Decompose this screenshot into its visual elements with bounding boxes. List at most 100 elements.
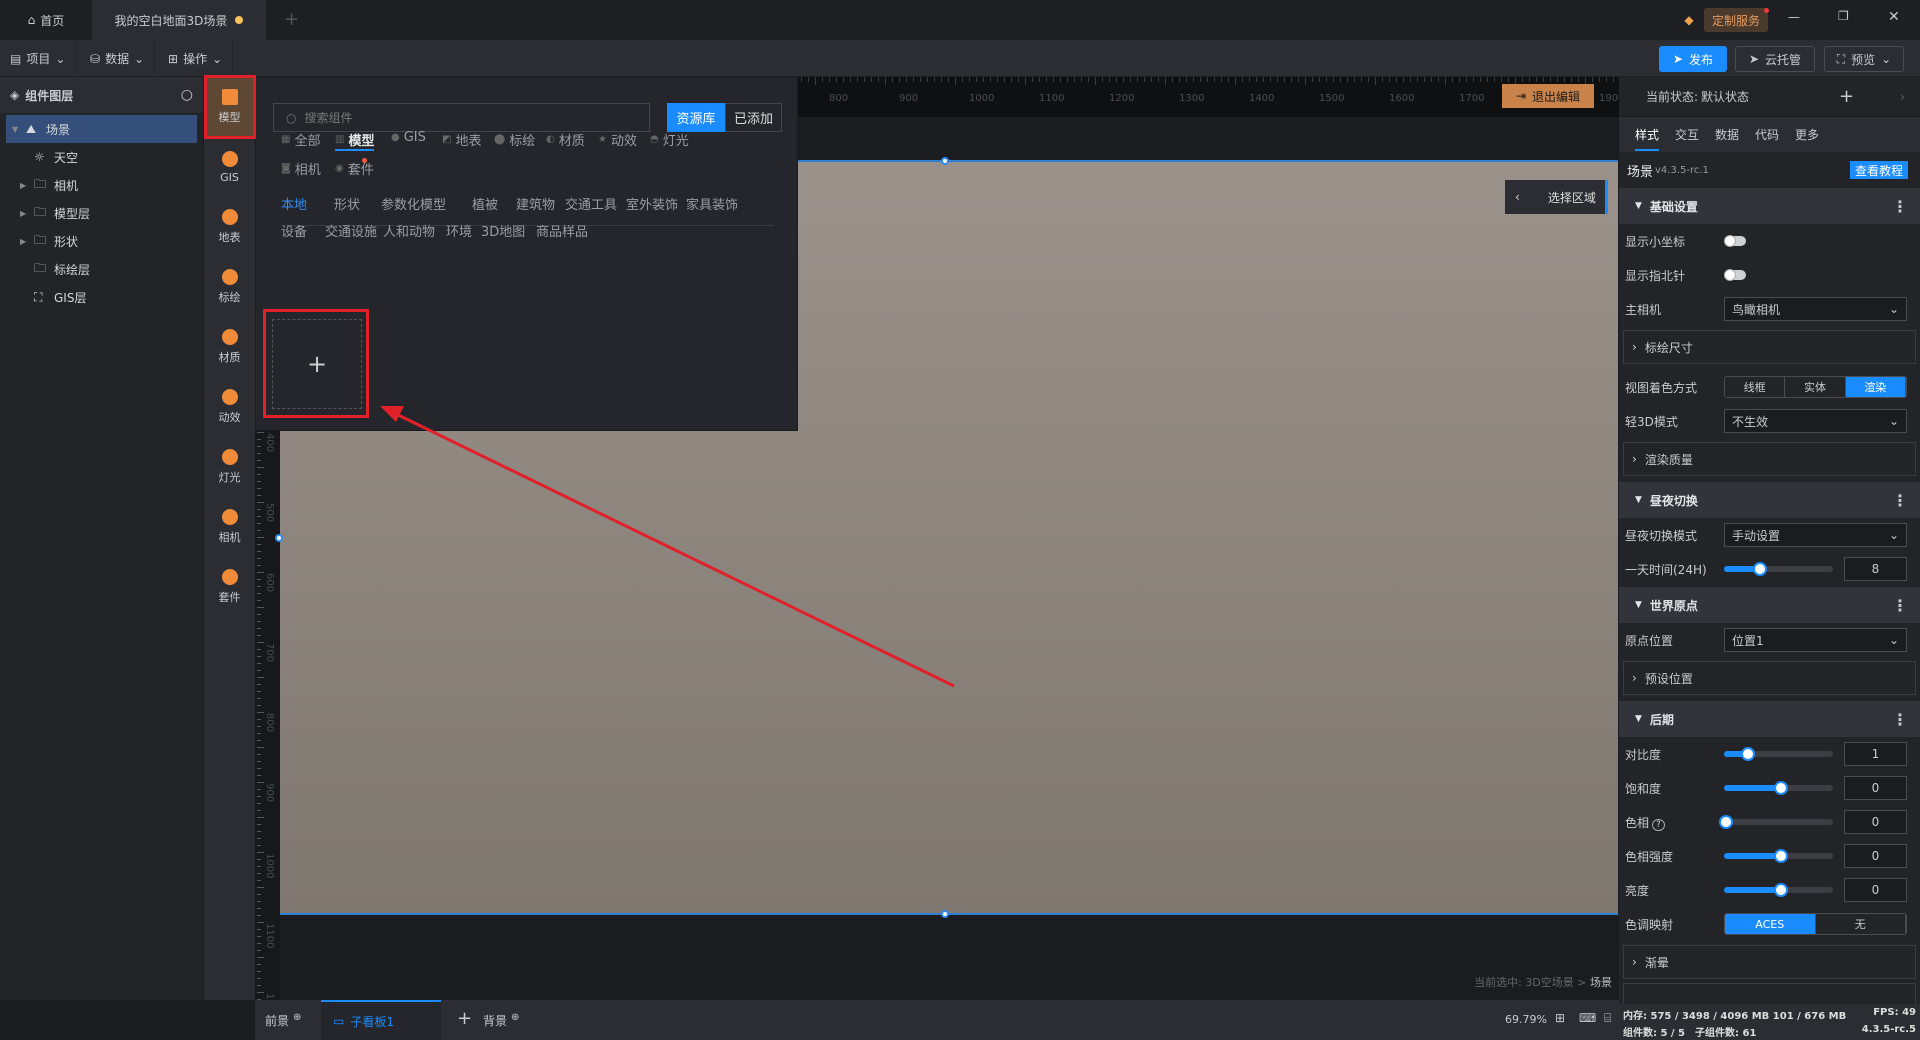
slider-value-input[interactable]: 0: [1844, 844, 1907, 868]
exit-edit-button[interactable]: ⇥ 退出编辑: [1502, 84, 1594, 108]
tab-home[interactable]: ⌂ 首页: [0, 0, 92, 40]
post-slider[interactable]: [1719, 815, 1833, 829]
caret-icon[interactable]: ▼: [12, 125, 20, 134]
tab-project[interactable]: 我的空白地面3D场景: [92, 0, 266, 40]
board-tab-active[interactable]: ▭ 子看板1: [321, 1000, 441, 1040]
time-input[interactable]: 8: [1844, 557, 1907, 581]
section-post[interactable]: ▼ 后期 ⋮: [1619, 701, 1920, 737]
select-area-button[interactable]: ‹ 选择区域: [1505, 180, 1608, 214]
foreground-tab[interactable]: 前景 ⊕: [265, 1012, 301, 1029]
menu-operation[interactable]: ⊞ 操作 ⌄: [158, 40, 234, 77]
slider-value-input[interactable]: 0: [1844, 776, 1907, 800]
category-tab[interactable]: ⬤ 标绘: [494, 130, 535, 149]
category-tab[interactable]: ◓ 灯光: [650, 130, 689, 149]
resize-handle[interactable]: [941, 157, 949, 165]
more-icon[interactable]: ⋮: [1892, 197, 1908, 216]
resize-handle[interactable]: [275, 534, 283, 542]
slider-knob[interactable]: [1773, 781, 1788, 795]
subcategory-tab[interactable]: 植被: [472, 194, 498, 213]
category-tab[interactable]: ◐ 材质: [546, 130, 585, 149]
add-circle-icon[interactable]: ⊕: [293, 1012, 301, 1023]
preview-button[interactable]: ⛶ 预览 ⌄: [1824, 46, 1904, 72]
rail-item-7[interactable]: 相机: [204, 497, 255, 557]
post-slider[interactable]: [1724, 849, 1833, 863]
restore-icon[interactable]: ❐: [1838, 9, 1849, 23]
state-value[interactable]: 默认状态: [1701, 88, 1749, 105]
section-origin[interactable]: ▼ 世界原点 ⋮: [1619, 587, 1920, 623]
segment-option[interactable]: 实体: [1785, 377, 1846, 397]
render-quality-collapse[interactable]: › 渲染质量: [1623, 442, 1916, 476]
rail-item-4[interactable]: 材质: [204, 317, 255, 377]
subcategory-tab[interactable]: 室外装饰: [626, 194, 678, 213]
segment-option[interactable]: ACES: [1725, 914, 1816, 934]
slider-knob[interactable]: [1719, 815, 1734, 829]
post-slider[interactable]: [1724, 781, 1833, 795]
post-slider[interactable]: [1724, 883, 1833, 897]
chevron-right-icon[interactable]: ›: [1900, 90, 1905, 104]
section-daynight[interactable]: ▼ 昼夜切换 ⋮: [1619, 482, 1920, 518]
layer-item[interactable]: 🗀 标绘层: [6, 255, 197, 283]
slider-knob[interactable]: [1752, 562, 1767, 576]
rail-item-1[interactable]: GIS: [204, 137, 255, 197]
search-input[interactable]: ○ 搜索组件: [273, 103, 650, 132]
preset-position-collapse[interactable]: › 预设位置: [1623, 661, 1916, 695]
subcategory-tab[interactable]: 形状: [334, 194, 360, 213]
category-tab[interactable]: ▥ 模型: [335, 130, 375, 151]
layer-item[interactable]: ▶ 🗀 模型层: [6, 199, 197, 227]
segment-option[interactable]: 线框: [1725, 377, 1786, 397]
subcategory-tab[interactable]: 交通工具: [565, 194, 617, 213]
add-board-button[interactable]: +: [457, 1008, 472, 1029]
slider-knob[interactable]: [1773, 849, 1788, 863]
library-tab[interactable]: 资源库: [667, 103, 725, 132]
more-icon[interactable]: ⋮: [1892, 710, 1908, 729]
new-tab-button[interactable]: +: [284, 9, 299, 30]
category-tab[interactable]: ▦ 全部: [281, 130, 320, 149]
caret-icon[interactable]: ▶: [20, 209, 28, 218]
subcategory-tab[interactable]: 环境: [446, 221, 472, 240]
section-basic[interactable]: ▼ 基础设置 ⋮: [1619, 188, 1920, 224]
menu-data[interactable]: ⛁ 数据 ⌄: [80, 40, 156, 77]
more-icon[interactable]: ⋮: [1892, 596, 1908, 615]
subcategory-tab[interactable]: 参数化模型: [381, 194, 446, 213]
category-tab[interactable]: ★ 动效: [598, 130, 637, 149]
main-camera-select[interactable]: 鸟瞰相机 ⌄: [1724, 297, 1907, 321]
resize-handle[interactable]: [941, 910, 949, 918]
publish-button[interactable]: ➤ 发布: [1659, 46, 1727, 72]
subcategory-tab[interactable]: 交通设施: [325, 221, 377, 240]
layer-item[interactable]: ⛶ GIS层: [6, 283, 197, 311]
show-compass-toggle[interactable]: [1724, 269, 1746, 281]
keyboard-icon[interactable]: ⌨: [1579, 1011, 1596, 1025]
property-tab[interactable]: 代码: [1755, 126, 1779, 149]
subcategory-tab[interactable]: 3D地图: [481, 221, 525, 240]
subcategory-tab[interactable]: 设备: [281, 221, 307, 240]
vignette-collapse[interactable]: › 渐晕: [1623, 945, 1916, 979]
time-slider[interactable]: [1724, 562, 1833, 576]
property-tab[interactable]: 样式: [1635, 126, 1660, 151]
subcategory-tab[interactable]: 家具装饰: [686, 194, 738, 213]
property-tab[interactable]: 交互: [1675, 126, 1699, 149]
category-tab[interactable]: ◙ 相机: [281, 159, 321, 178]
show-axes-toggle[interactable]: [1724, 235, 1746, 247]
terminal-icon[interactable]: ⌸: [1604, 1011, 1611, 1026]
add-circle-icon[interactable]: ⊕: [511, 1012, 519, 1023]
search-icon[interactable]: ○: [181, 87, 193, 103]
rail-item-3[interactable]: 标绘: [204, 257, 255, 317]
property-tab[interactable]: 更多: [1795, 126, 1819, 149]
rail-item-5[interactable]: 动效: [204, 377, 255, 437]
caret-icon[interactable]: ▶: [20, 237, 28, 246]
layer-item[interactable]: ☼ 天空: [6, 143, 197, 171]
close-icon[interactable]: ✕: [1888, 9, 1900, 25]
segment-option[interactable]: 渲染: [1845, 377, 1906, 397]
subcategory-tab[interactable]: 人和动物: [383, 221, 435, 240]
category-tab[interactable]: ◉ 套件: [335, 159, 374, 178]
layer-item[interactable]: ▶ 🗀 形状: [6, 227, 197, 255]
slider-value-input[interactable]: 1: [1844, 742, 1907, 766]
cloud-host-button[interactable]: ➤ 云托管: [1735, 46, 1815, 72]
minimize-icon[interactable]: —: [1788, 10, 1800, 24]
layer-item[interactable]: ▶ 🗀 相机: [6, 171, 197, 199]
category-tab[interactable]: ◩ 地表: [442, 130, 481, 149]
subcategory-tab[interactable]: 本地: [281, 194, 307, 213]
add-state-icon[interactable]: +: [1839, 86, 1854, 107]
slider-value-input[interactable]: 0: [1844, 810, 1907, 834]
menu-project[interactable]: ▤ 项目 ⌄: [0, 40, 77, 77]
